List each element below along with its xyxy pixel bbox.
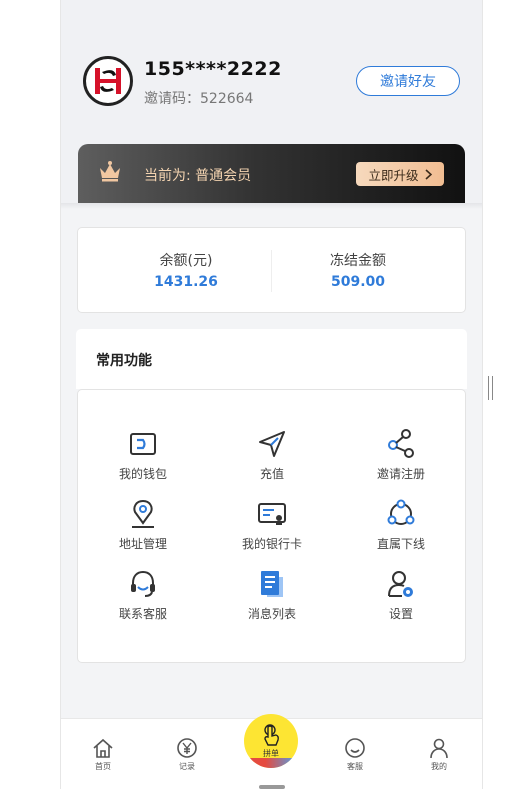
resize-handle[interactable] [488, 376, 493, 400]
tab-group-order[interactable]: 拼单 [244, 714, 298, 768]
function-label: 我的银行卡 [241, 537, 302, 551]
app-screen: 155****2222 邀请码：522664 邀请好友 当前为: 普通会员 立即… [60, 0, 483, 789]
function-label: 地址管理 [118, 537, 167, 551]
tab-mine[interactable]: 我的 [409, 737, 469, 772]
functions-grid: 我的钱包 充值 邀请注册 地址管理 我的银行卡 直属下线 联系客服 消息列表 设… [77, 389, 466, 663]
functions-header: 常用功能 [76, 329, 467, 389]
vip-status: 当前为: 普通会员 [144, 168, 252, 184]
functions-title: 常用功能 [96, 353, 152, 369]
person-icon [430, 738, 448, 759]
function-bank-card[interactable]: 我的银行卡 [207, 498, 337, 552]
function-downline[interactable]: 直属下线 [336, 498, 466, 552]
wallet-icon [130, 433, 156, 455]
home-indicator [259, 785, 285, 789]
tab-home[interactable]: 首页 [73, 737, 133, 772]
upgrade-label: 立即升级 [368, 167, 419, 183]
function-label: 消息列表 [247, 607, 296, 621]
network-icon [387, 499, 415, 525]
function-label: 邀请注册 [376, 467, 425, 481]
frozen-value: 509.00 [330, 274, 386, 290]
tab-label: 记录 [179, 762, 195, 771]
avatar[interactable] [83, 56, 133, 106]
user-settings-icon [388, 571, 413, 597]
function-messages[interactable]: 消息列表 [207, 568, 337, 622]
user-phone: 155****2222 [144, 58, 282, 80]
chevron-right-icon [424, 168, 432, 180]
function-label: 直属下线 [376, 537, 425, 551]
share-icon [388, 429, 414, 458]
balance-value: 1431.26 [154, 274, 218, 290]
frozen-label: 冻结金额 [330, 253, 386, 269]
tab-service[interactable]: 客服 [325, 737, 385, 772]
function-label: 充值 [259, 467, 284, 481]
headset-icon [131, 570, 155, 597]
function-settings[interactable]: 设置 [336, 568, 466, 622]
function-customer-service[interactable]: 联系客服 [78, 568, 208, 622]
function-label: 设置 [388, 607, 413, 621]
frozen-item[interactable]: 冻结金额 509.00 [263, 250, 453, 290]
invite-code-value: 522664 [200, 91, 254, 107]
home-icon [93, 738, 113, 758]
invite-friends-button[interactable]: 邀请好友 [356, 66, 460, 96]
function-recharge[interactable]: 充值 [207, 428, 337, 482]
center-button-accent [244, 758, 298, 768]
brand-logo-icon [95, 68, 121, 94]
function-label: 联系客服 [118, 607, 167, 621]
function-label: 我的钱包 [118, 467, 167, 481]
yen-icon [177, 738, 197, 758]
balance-item[interactable]: 余额(元) 1431.26 [91, 250, 281, 290]
tap-icon [264, 724, 279, 746]
header-divider [61, 203, 482, 209]
balance-card: 余额(元) 1431.26 冻结金额 509.00 [77, 227, 466, 313]
balance-label: 余额(元) [159, 253, 213, 269]
upgrade-button[interactable]: 立即升级 [356, 162, 444, 186]
smile-icon [345, 738, 365, 758]
invite-code-row: 邀请码：522664 [144, 88, 253, 108]
invite-code-label: 邀请码： [144, 91, 200, 107]
document-icon [261, 571, 283, 597]
crown-icon [100, 161, 120, 182]
bank-card-icon [258, 503, 286, 525]
function-invite-register[interactable]: 邀请注册 [336, 428, 466, 482]
profile-header: 155****2222 邀请码：522664 邀请好友 当前为: 普通会员 立即… [61, 0, 482, 204]
location-pin-icon [132, 499, 154, 528]
tab-label: 客服 [347, 762, 363, 771]
tab-records[interactable]: 记录 [157, 737, 217, 772]
tab-label: 我的 [431, 762, 447, 771]
tab-label: 首页 [95, 762, 111, 771]
send-icon [259, 431, 285, 457]
function-address[interactable]: 地址管理 [78, 498, 208, 552]
vip-banner: 当前为: 普通会员 立即升级 [78, 144, 465, 204]
function-wallet[interactable]: 我的钱包 [78, 428, 208, 482]
